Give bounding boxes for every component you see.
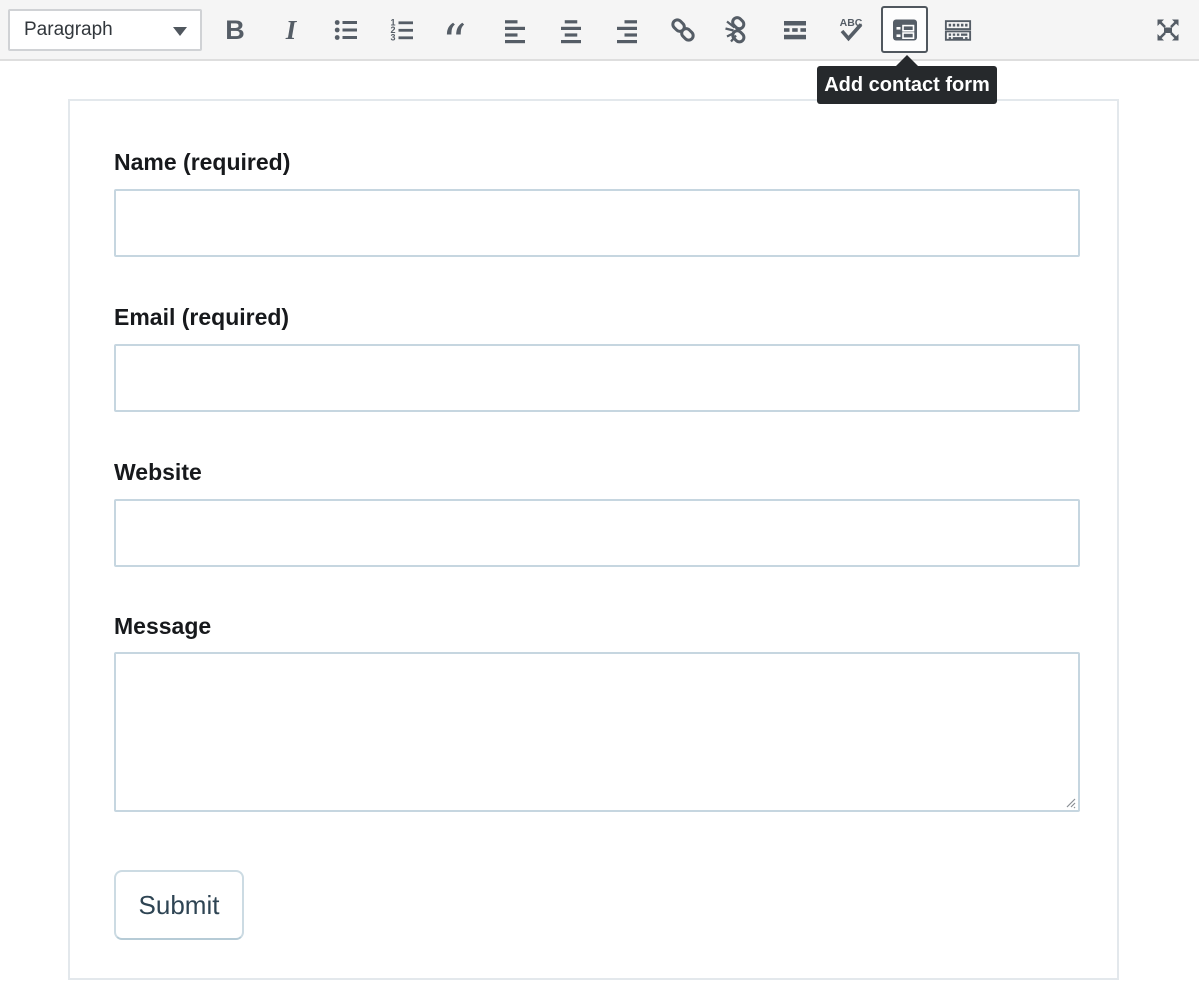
fullscreen-button[interactable] bbox=[1154, 16, 1182, 44]
numbered-list-icon: 1 2 3 bbox=[389, 16, 417, 44]
add-contact-form-button[interactable] bbox=[881, 6, 928, 53]
blockquote-icon: “ bbox=[445, 16, 473, 44]
align-left-icon bbox=[501, 16, 529, 44]
contact-form-preview: Name (required) Email (required) Website… bbox=[68, 99, 1119, 980]
spellcheck-button[interactable]: ABC bbox=[837, 16, 865, 44]
submit-button[interactable]: Submit bbox=[114, 870, 244, 940]
align-center-button[interactable] bbox=[557, 16, 585, 44]
message-textarea[interactable] bbox=[114, 652, 1080, 812]
message-field-label: Message bbox=[114, 612, 211, 640]
email-field-label: Email (required) bbox=[114, 303, 289, 331]
keyboard-icon bbox=[944, 16, 972, 44]
paragraph-format-dropdown[interactable]: Paragraph bbox=[8, 9, 202, 51]
align-left-button[interactable] bbox=[501, 16, 529, 44]
chevron-down-icon bbox=[173, 27, 187, 36]
numbered-list-button[interactable]: 1 2 3 bbox=[389, 16, 417, 44]
name-input[interactable] bbox=[114, 189, 1080, 257]
insert-link-button[interactable] bbox=[669, 16, 697, 44]
editor-toolbar: Paragraph B I 1 2 3 “ bbox=[0, 0, 1199, 61]
align-center-icon bbox=[557, 16, 585, 44]
website-input[interactable] bbox=[114, 499, 1080, 567]
keyboard-shortcuts-button[interactable] bbox=[944, 16, 972, 44]
add-contact-form-tooltip: Add contact form bbox=[817, 66, 997, 104]
unlink-icon bbox=[725, 16, 753, 44]
link-icon bbox=[669, 16, 697, 44]
website-field-label: Website bbox=[114, 458, 202, 486]
svg-text:“: “ bbox=[445, 16, 467, 44]
spellcheck-abc-icon: ABC bbox=[837, 16, 865, 44]
tooltip-text: Add contact form bbox=[824, 74, 990, 97]
insert-more-tag-button[interactable] bbox=[781, 16, 809, 44]
blockquote-button[interactable]: “ bbox=[445, 16, 473, 44]
name-field-label: Name (required) bbox=[114, 148, 290, 176]
italic-button[interactable]: I bbox=[277, 16, 305, 44]
contact-form-icon bbox=[891, 16, 919, 44]
email-input[interactable] bbox=[114, 344, 1080, 412]
fullscreen-expand-icon bbox=[1154, 16, 1182, 44]
svg-text:3: 3 bbox=[391, 32, 396, 42]
align-right-icon bbox=[613, 16, 641, 44]
bulleted-list-button[interactable] bbox=[333, 16, 361, 44]
textarea-resize-handle-icon[interactable] bbox=[1062, 794, 1078, 810]
italic-icon: I bbox=[286, 16, 297, 44]
paragraph-format-value: Paragraph bbox=[10, 19, 113, 41]
remove-link-button[interactable] bbox=[725, 16, 753, 44]
bold-icon: B bbox=[225, 16, 245, 44]
bulleted-list-icon bbox=[333, 16, 361, 44]
align-right-button[interactable] bbox=[613, 16, 641, 44]
more-tag-icon bbox=[781, 16, 809, 44]
bold-button[interactable]: B bbox=[221, 16, 249, 44]
